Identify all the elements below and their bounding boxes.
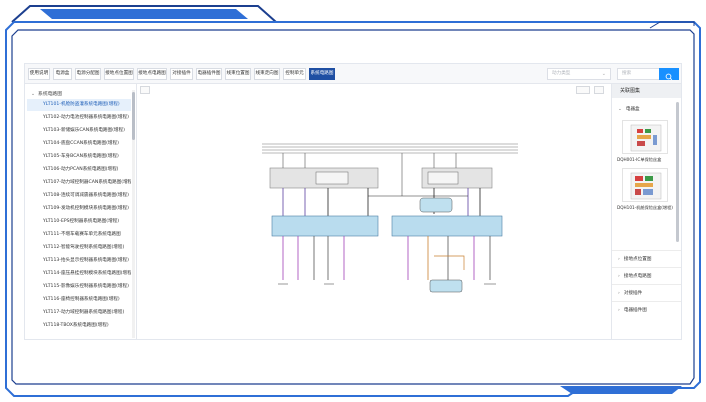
- tab-ground-circuit[interactable]: 接地点电路图: [137, 68, 167, 80]
- related-atlas-panel: 关联图集 ⌄ 电器盒 DQH001-IC单保险丝盒 DQH101-机舱保险丝盒(…: [611, 84, 681, 339]
- thumbnail-fuse-box-2[interactable]: [622, 168, 668, 202]
- tree-item[interactable]: YLT102-动力电池控制器系统电路图(增程): [43, 112, 131, 124]
- fuse-box-thumbnail-image: [630, 124, 662, 152]
- tree-item[interactable]: YLT112-智能驾驶控制系统电路图(增程): [43, 242, 131, 254]
- tab-electrical-plug[interactable]: 电器插件图: [196, 68, 222, 80]
- divider: [612, 250, 681, 251]
- tab-harness-routing[interactable]: 线束走向图: [254, 68, 280, 80]
- section-label: 接地点位置图: [623, 257, 652, 262]
- section-connector[interactable]: › 对接插件: [618, 290, 642, 296]
- tree-item[interactable]: YLT117-动力域控制器系统电路图(增程): [43, 307, 131, 319]
- section-power-box[interactable]: ⌄ 电器盒: [618, 106, 640, 112]
- section-ground-location[interactable]: › 接地点位置图: [618, 256, 651, 262]
- tree-item[interactable]: YLT101-机舱防盗灌系统电路图(增程): [27, 99, 131, 111]
- fuse-box-thumbnail-image: [630, 172, 662, 200]
- chevron-right-icon: ›: [618, 291, 620, 296]
- thumbnail-label: DQH001-IC单保险丝盒: [617, 157, 662, 162]
- tree-item[interactable]: YLT108-连续可调减震器系统电路图(增程): [43, 190, 131, 202]
- related-atlas-title: 关联图集: [612, 84, 681, 98]
- tree-item[interactable]: YLT106-动力PCAN系统电路图(增程): [43, 164, 131, 176]
- divider: [612, 284, 681, 285]
- tree-item[interactable]: YLT104-底盘CCAN系统电路图(增程): [43, 138, 131, 150]
- section-electrical-plug[interactable]: › 电器插件图: [618, 307, 647, 313]
- tab-ground-location[interactable]: 接地点位置图: [104, 68, 134, 80]
- app-window: 使用说明 电源盒 电源分配图 接地点位置图 接地点电路图 对接插件 电器插件图 …: [24, 63, 682, 340]
- section-ground-circuit[interactable]: › 接地点电路图: [618, 273, 651, 279]
- tree-item[interactable]: YLT110-EPS控制器系统电路图(增程): [43, 216, 131, 228]
- divider: [612, 267, 681, 268]
- circuit-diagram-viewer[interactable]: [138, 84, 608, 339]
- section-label: 电器盒: [625, 107, 640, 112]
- tab-usage[interactable]: 使用说明: [28, 68, 50, 80]
- tree-item[interactable]: YLT109-发动机控制模块系统电路图(增程): [43, 203, 131, 215]
- tree-item[interactable]: YLT103-新储娱乐CAN系统电路图(增程): [43, 125, 131, 137]
- tab-connector[interactable]: 对接插件: [170, 68, 193, 80]
- power-type-select[interactable]: 动力类型 ⌄: [547, 68, 611, 80]
- tree-item[interactable]: YLT114-座压悬挂控制模块系统电路图(增程): [43, 268, 131, 280]
- chevron-right-icon: ›: [618, 257, 620, 262]
- tree-item[interactable]: YLT116-座椅控制器系统电路图(增程): [43, 294, 131, 306]
- thumbnail-fuse-box-1[interactable]: [622, 120, 668, 154]
- thumbnail-label: DQH101-机舱保险丝盒(增程): [617, 205, 673, 210]
- sidebar-scrollbar[interactable]: [132, 92, 135, 140]
- sidebar-tree: ⌄ 系统电路图 YLT101-机舱防盗灌系统电路图(增程) YLT102-动力电池…: [25, 84, 137, 339]
- tab-system-circuit[interactable]: 系统电路图: [309, 68, 335, 80]
- chevron-down-icon: ⌄: [601, 71, 606, 77]
- search-placeholder: 搜索: [622, 71, 632, 76]
- search-button[interactable]: [659, 68, 679, 81]
- tree-root-label: 系统电路图: [38, 92, 63, 97]
- section-label: 接地点电路图: [623, 274, 652, 279]
- tree-item[interactable]: YLT115-影像娱乐控制器系统电路图(增程): [43, 281, 131, 293]
- tab-bar: 使用说明 电源盒 电源分配图 接地点位置图 接地点电路图 对接插件 电器插件图 …: [25, 64, 681, 84]
- tree-item[interactable]: YLT111-不增车载赛车单元系统电路图: [43, 229, 131, 241]
- search-icon: [665, 73, 673, 81]
- section-label: 电器插件图: [623, 308, 647, 313]
- tab-power-distribution[interactable]: 电源分配图: [75, 68, 101, 80]
- chevron-down-icon: ⌄: [618, 107, 622, 112]
- tree-root[interactable]: ⌄ 系统电路图: [31, 90, 62, 97]
- select-placeholder: 动力类型: [552, 71, 571, 76]
- chevron-down-icon: ⌄: [31, 92, 36, 97]
- tree-item[interactable]: YLT118-TBOX系统电路图(增程): [43, 320, 131, 332]
- chevron-right-icon: ›: [618, 308, 620, 313]
- tree-item[interactable]: YLT113-抬头显示控制器系统电路图(增程): [43, 255, 131, 267]
- panel-scrollbar[interactable]: [676, 102, 679, 242]
- divider: [612, 301, 681, 302]
- tree-item[interactable]: YLT105-车身BCAN系统电路图(增程): [43, 151, 131, 163]
- circuit-diagram: [262, 143, 518, 293]
- tree-item[interactable]: YLT107-动力域控制器CAN系统电路图(增程): [43, 177, 131, 189]
- tab-control-unit[interactable]: 控制单元: [283, 68, 306, 80]
- section-label: 对接插件: [623, 291, 643, 296]
- chevron-right-icon: ›: [618, 274, 620, 279]
- tab-power-box[interactable]: 电源盒: [53, 68, 72, 80]
- tab-harness-location[interactable]: 线束位置图: [225, 68, 251, 80]
